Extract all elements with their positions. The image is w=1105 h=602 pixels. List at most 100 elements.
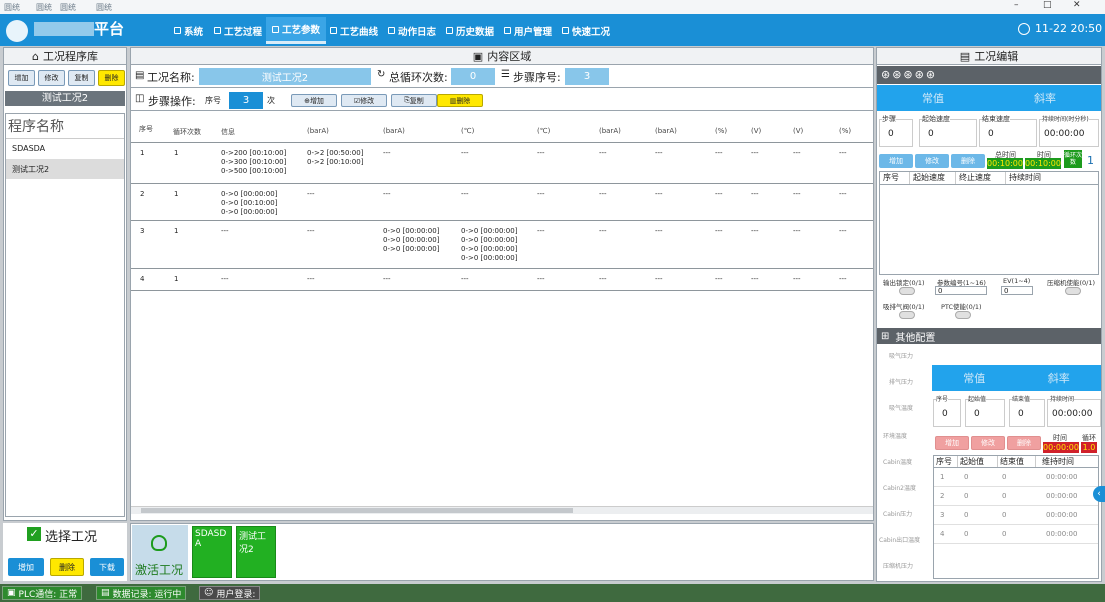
nav-process[interactable]: 工艺过程 [214,17,262,44]
list-item[interactable]: 测试工况2 [6,159,124,179]
times-label: 次 [267,96,275,105]
table-row[interactable]: 4 1 --- --- --- --- --- --- --- --- --- … [131,269,873,289]
tab-constant[interactable]: 常值 [932,365,1017,391]
delete-segment-button[interactable]: 删除 [951,154,985,168]
io-label: EV(1~4) [1003,277,1031,285]
cell: 0 [1002,511,1007,519]
edit-program-button[interactable]: 修改 [38,70,65,86]
other-start-input[interactable]: 起始值 0 [965,394,1005,427]
other-end-input[interactable]: 结束值 0 [1009,394,1045,427]
title-tab[interactable]: 圆统 [96,2,112,13]
input-label: 持续时间(时分秒) [1042,114,1089,123]
step-no-field[interactable]: 3 [565,68,609,85]
cycles-field[interactable]: 0 [451,68,495,85]
seq-field[interactable]: 3 [229,92,263,109]
user-status[interactable]: ☺ 用户登录: [199,586,261,600]
nav-params[interactable]: 工艺参数 [266,17,327,44]
other-label[interactable]: Cabin2温度 [883,483,916,492]
table-row[interactable]: 1 0 0 00:00:00 [934,468,1098,487]
cell-cycles: 1 [174,275,179,283]
table-row[interactable]: 2 1 0->0 [00:00:00] 0->0 [00:10:00] 0->0… [131,184,873,220]
other-label[interactable]: 压缩机压力 [883,561,913,570]
table-row[interactable]: 4 0 0 00:00:00 [934,525,1098,544]
start-speed-input[interactable]: 起始速度 0 [919,114,977,147]
other-label[interactable]: Cabin温度 [883,457,912,466]
duration-input[interactable]: 持续时间(时分秒) 00:00:00 [1039,114,1099,147]
minimize-button[interactable]: – [1014,0,1019,10]
other-label[interactable]: 吸气温度 [889,403,913,412]
cycles-label: 总循环次数: [389,71,448,84]
fan-bar: ⊛⊛⊛⊛⊛ [877,66,1101,84]
other-seq-input[interactable]: 序号 0 [933,394,961,427]
nav-label: 动作日志 [398,26,437,38]
cell: 0 [964,473,969,481]
cell-info: 0->0 [00:00:00] 0->0 [00:10:00] 0->0 [00… [221,190,278,216]
tab-slope[interactable]: 斜率 [1017,365,1102,391]
download-button[interactable]: 下载 [90,558,124,576]
recipe-card[interactable]: SDASDA [192,526,232,578]
other-label[interactable]: Cabin出口温度 [879,535,920,544]
title-tab[interactable]: 圆统 [60,2,76,13]
param-number-input[interactable]: 0 [935,286,987,295]
copy-step-button[interactable]: ⎘ 复制 [391,94,437,107]
name-field[interactable]: 测试工况2 [199,68,371,85]
delete-button[interactable]: 删除 [50,558,84,576]
title-tab[interactable]: 圆统 [36,2,52,13]
activate-button[interactable]: 激活工况 [132,525,188,580]
add-button[interactable]: 增加 [8,558,44,576]
step-no-label: 步骤序号: [513,71,561,84]
add-segment-button[interactable]: 增加 [879,154,913,168]
table-row[interactable]: 3 1 --- --- 0->0 [00:00:00] 0->0 [00:00:… [131,221,873,267]
table-row[interactable]: 3 0 0 00:00:00 [934,506,1098,525]
nav-users[interactable]: 用户管理 [504,17,552,44]
column-header: (%) [715,127,728,135]
add-step-button[interactable]: ⊕ 增加 [291,94,337,107]
close-button[interactable]: ✕ [1073,0,1081,10]
compressor-toggle[interactable] [1065,287,1081,295]
delete-step-button[interactable]: ▥ 删除 [437,94,483,107]
edit-step-button[interactable]: ☑ 修改 [341,94,387,107]
list-item[interactable]: SDASDA [6,139,124,159]
other-add-button[interactable]: 增加 [935,436,969,450]
other-label[interactable]: 吸气压力 [889,351,913,360]
nav-quick[interactable]: 快速工况 [562,17,610,44]
other-delete-button[interactable]: 删除 [1007,436,1041,450]
recipe-card[interactable]: 测试工况2 [236,526,276,578]
nav-label: 工艺参数 [282,25,321,36]
step-op-label: 步骤操作: [148,95,196,108]
clock: 11-22 20:50 [1035,22,1103,35]
output-lock-toggle[interactable] [899,287,915,295]
end-speed-input[interactable]: 结束速度 0 [979,114,1037,147]
ptc-toggle[interactable] [955,311,971,319]
nav-log[interactable]: 动作日志 [388,17,436,44]
other-duration-input[interactable]: 持续时间 00:00:00 [1047,394,1101,427]
other-label[interactable]: 排气压力 [889,377,913,386]
tab-constant[interactable]: 常值 [877,85,989,111]
nav-history[interactable]: 历史数据 [446,17,494,44]
tab-slope[interactable]: 斜率 [989,85,1101,111]
selected-program: 测试工况2 [5,91,125,106]
other-label[interactable]: Cabin压力 [883,509,912,518]
edit-segment-button[interactable]: 修改 [915,154,949,168]
suction-valve-toggle[interactable] [899,311,915,319]
cell-value: --- [655,227,663,235]
table-row[interactable]: 1 1 0->200 [00:10:00] 0->300 [00:10:00] … [131,143,873,182]
step-input[interactable]: 步骤 0 [879,114,913,147]
cell-cycles: 1 [174,149,179,157]
other-edit-button[interactable]: 修改 [971,436,1005,450]
io-label: 输出锁定(0/1) [883,279,925,287]
delete-program-button[interactable]: 删除 [98,70,125,86]
scrollbar-thumb[interactable] [141,508,573,513]
maximize-button[interactable]: □ [1043,0,1052,10]
ev-input[interactable]: 0 [1001,286,1033,295]
nav-curves[interactable]: 工艺曲线 [330,17,378,44]
horizontal-scrollbar[interactable] [131,506,873,514]
add-program-button[interactable]: 增加 [8,70,35,86]
title-tab[interactable]: 圆统 [4,2,20,13]
table-row[interactable]: 2 0 0 00:00:00 [934,487,1098,506]
collapse-arrow-icon[interactable]: ‹ [1093,486,1105,502]
table-header: 序号 起始值 结束值 维持时间 [934,456,1098,468]
other-label[interactable]: 环境温度 [883,431,907,440]
copy-program-button[interactable]: 复制 [68,70,95,86]
nav-system[interactable]: 系统 [174,17,203,44]
